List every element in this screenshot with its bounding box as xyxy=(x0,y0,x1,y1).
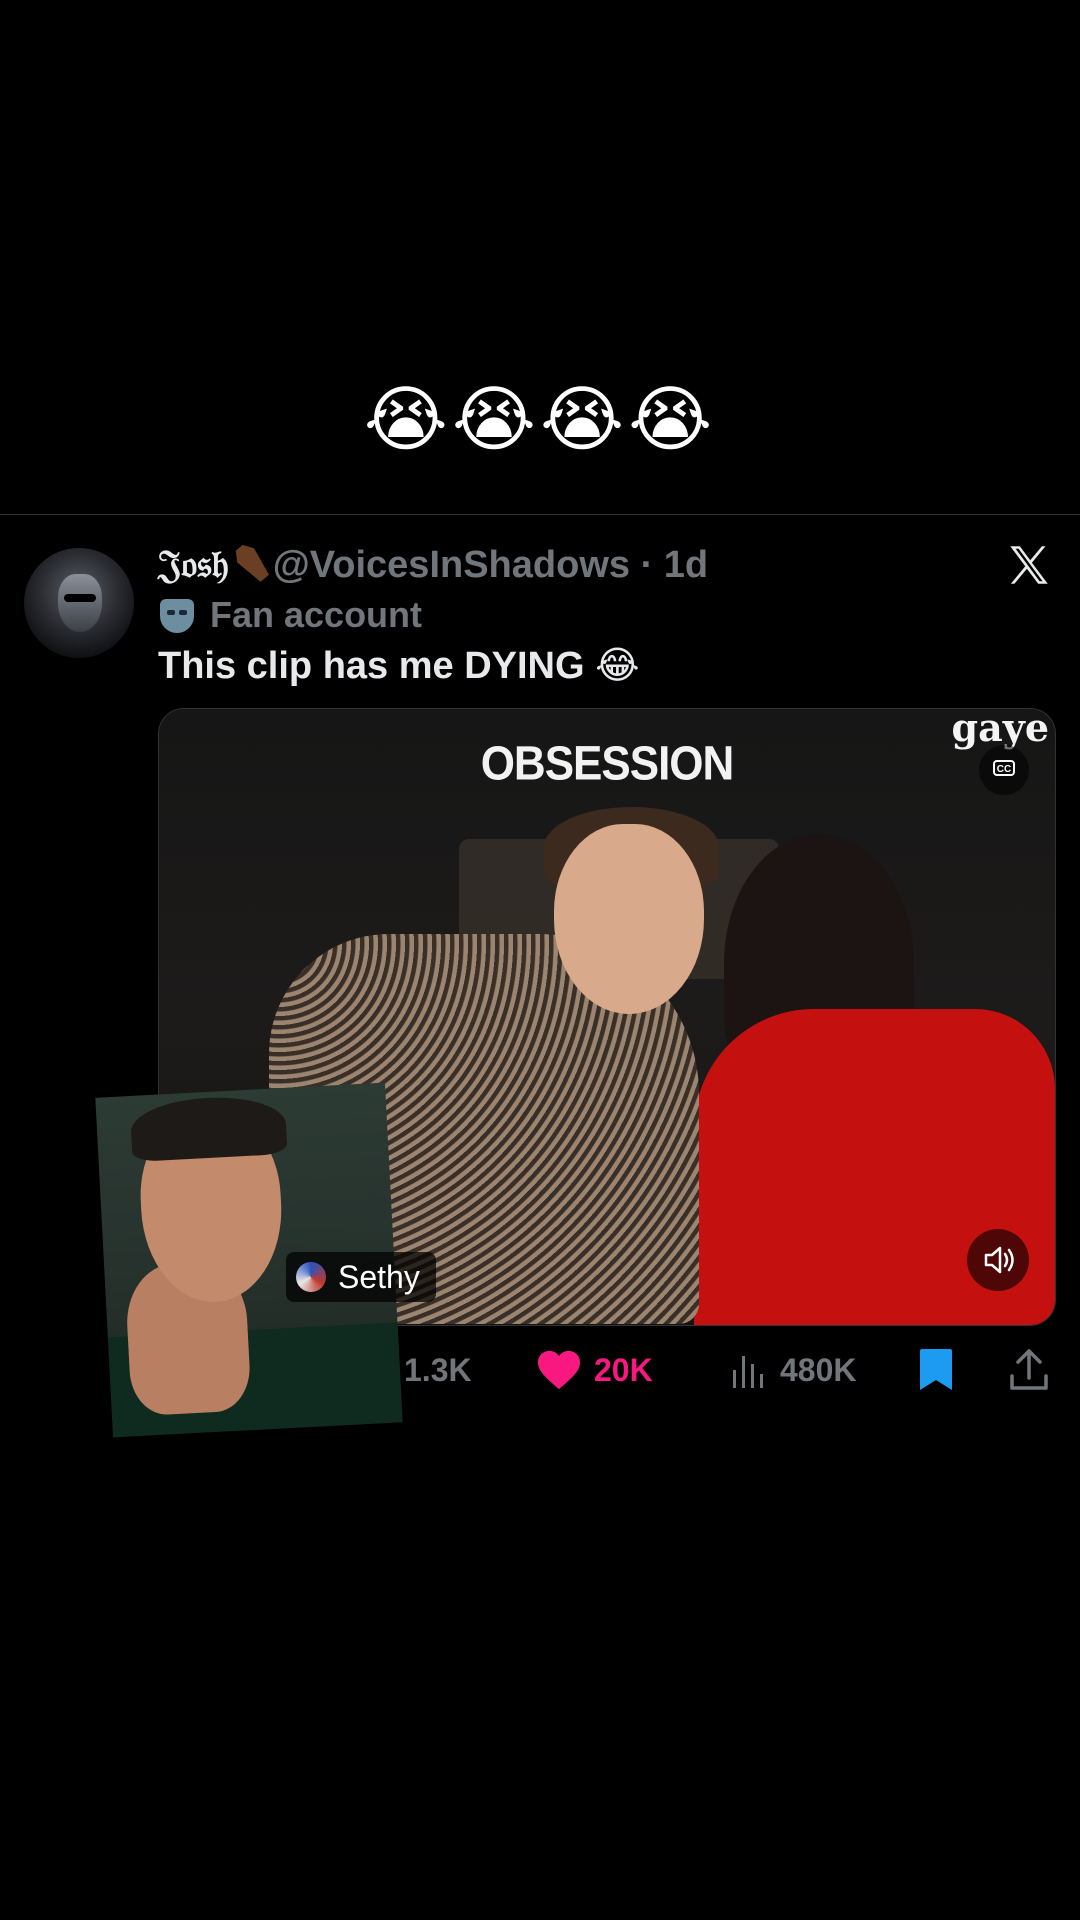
views-button[interactable]: 480K xyxy=(730,1340,857,1400)
like-count: 20K xyxy=(594,1351,653,1388)
video-man-head-art xyxy=(554,824,704,1014)
bookmark-button[interactable] xyxy=(918,1340,966,1400)
x-logo-icon xyxy=(1010,546,1048,584)
creator-avatar-icon xyxy=(296,1262,326,1292)
creator-tag[interactable]: Sethy xyxy=(286,1252,436,1302)
badge-label: Fan account xyxy=(210,594,423,635)
share-button[interactable] xyxy=(1008,1340,1062,1400)
bookmark-icon xyxy=(920,1349,952,1390)
display-name[interactable]: 𝔍𝔬𝔰𝔥 xyxy=(158,541,229,586)
separator-dot: · xyxy=(640,544,654,586)
retweet-count: 1.3K xyxy=(404,1351,472,1388)
account-badge: Fan account xyxy=(160,590,422,640)
divider xyxy=(0,514,1080,515)
handle[interactable]: @VoicesInShadows xyxy=(273,544,630,586)
heart-icon xyxy=(538,1350,580,1390)
cc-icon: CC xyxy=(993,760,1015,776)
video-brand-overlay: gaye xyxy=(951,708,1049,750)
tweet-header: 𝔍𝔬𝔰𝔥 @VoicesInShadows · 1d xyxy=(158,536,708,593)
creator-tag-label: Sethy xyxy=(338,1258,420,1295)
like-button[interactable]: 20K xyxy=(536,1340,653,1400)
avatar-eyes-art xyxy=(64,594,96,602)
speaker-icon xyxy=(984,1246,1014,1274)
coffin-icon xyxy=(230,541,273,586)
captions-button[interactable]: CC xyxy=(979,745,1029,795)
retweet-button[interactable]: 1.3K xyxy=(404,1340,472,1400)
avatar[interactable] xyxy=(24,548,134,658)
avatar-mask-art xyxy=(58,574,102,632)
view-count: 480K xyxy=(780,1351,857,1388)
share-icon xyxy=(1010,1349,1048,1390)
mute-toggle-button[interactable] xyxy=(967,1229,1029,1291)
tweet-text: This clip has me DYING 😂 xyxy=(158,645,640,687)
video-title-overlay: OBSESSION xyxy=(480,736,735,791)
theater-mask-icon xyxy=(160,599,194,633)
webcam-hair-art xyxy=(129,1093,288,1162)
timestamp[interactable]: 1d xyxy=(664,544,708,586)
caption-emoji: 😭😭😭😭 xyxy=(363,380,717,460)
bar-chart-icon xyxy=(733,1356,763,1388)
